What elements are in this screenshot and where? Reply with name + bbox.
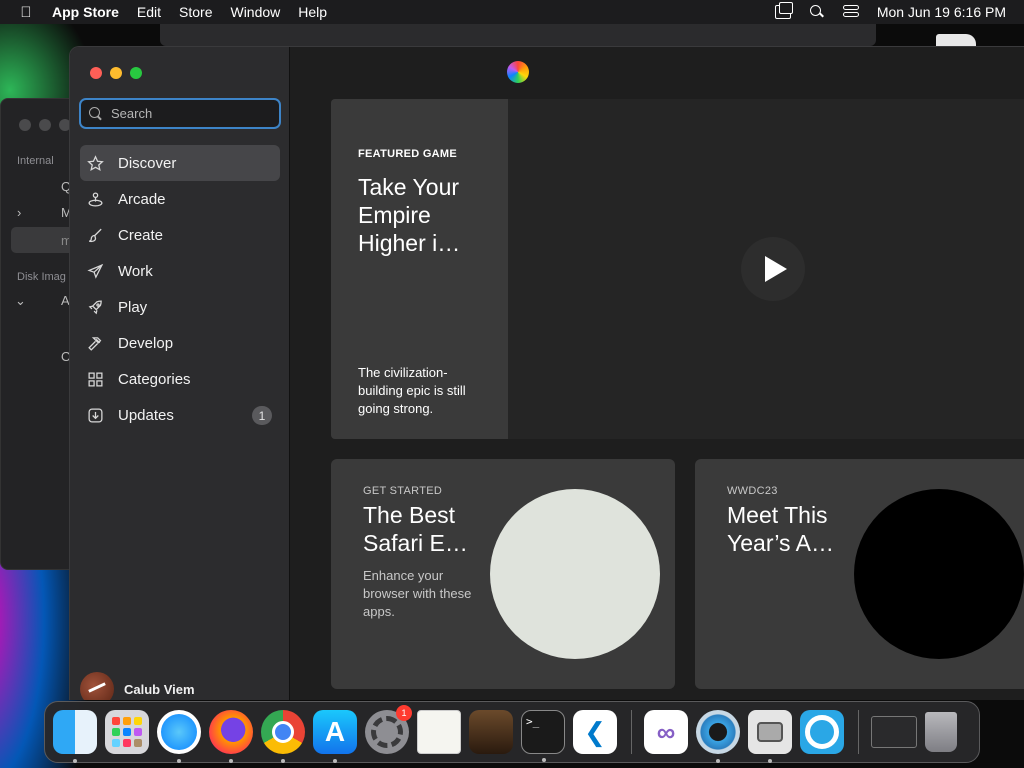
paper-plane-icon <box>86 262 104 280</box>
sidebar-item-discover[interactable]: Discover <box>80 145 280 181</box>
quicktime-icon[interactable] <box>696 710 740 763</box>
updates-count-badge: 1 <box>252 406 272 425</box>
menu-bar:  App Store Edit Store Window Help Mon J… <box>0 0 1024 24</box>
section-internal-label: Internal <box>17 155 54 167</box>
story-card-wwdc23[interactable]: WWDC23 Meet This Year’s A… <box>695 459 1024 689</box>
card-artwork <box>854 489 1024 659</box>
terminal-prompt-glyph: >_ <box>526 715 540 728</box>
background-disk-window: Internal Q › M m Disk Imag ⌄ A O <box>0 98 80 570</box>
grid-icon <box>86 370 104 388</box>
app-store-window: Discover Arcade Create Work <box>69 46 1024 700</box>
preview-thumbnail[interactable] <box>871 716 917 748</box>
spotlight-search-icon[interactable] <box>809 5 825 19</box>
card-kicker: WWDC23 <box>727 485 778 497</box>
app-store-icon[interactable]: A <box>313 710 357 763</box>
avatar <box>80 672 114 700</box>
sidebar-item-develop[interactable]: Develop <box>80 325 280 361</box>
sidebar-item-label: Discover <box>118 154 177 172</box>
brush-icon <box>86 226 104 244</box>
sidebar-item-categories[interactable]: Categories <box>80 361 280 397</box>
featured-game-banner[interactable]: FEATURED GAME Take Your Empire Higher i…… <box>331 99 1024 439</box>
menu-clock[interactable]: Mon Jun 19 6:16 PM <box>877 4 1006 20</box>
network-icon[interactable] <box>800 710 844 754</box>
sidebar-item-play[interactable]: Play <box>80 289 280 325</box>
menu-help[interactable]: Help <box>289 4 336 20</box>
search-input[interactable] <box>111 106 271 121</box>
sidebar-item-label: Updates <box>118 406 174 424</box>
dock-separator <box>858 710 859 754</box>
menu-store[interactable]: Store <box>170 4 221 20</box>
window-controls <box>90 67 142 79</box>
sidebar: Discover Arcade Create Work <box>70 47 290 700</box>
firefox-icon[interactable] <box>209 710 253 763</box>
sidebar-item-updates[interactable]: Updates 1 <box>80 397 280 433</box>
story-card-safari-extensions[interactable]: GET STARTED The Best Safari E… Enhance y… <box>331 459 675 689</box>
sidebar-item-label: Play <box>118 298 148 316</box>
hero-kicker: FEATURED GAME <box>358 148 458 160</box>
minimize-button[interactable] <box>110 67 122 79</box>
rocket-icon <box>86 298 104 316</box>
background-window-controls <box>19 119 71 131</box>
section-disk-images-label: Disk Imag <box>17 271 66 283</box>
card-description: Enhance your browser with these apps. <box>363 568 472 619</box>
dock: A 1 >_ ❮ ∞ <box>44 701 980 763</box>
sidebar-item-label: Work <box>118 262 153 280</box>
sidebar-item-label: Arcade <box>118 190 166 208</box>
safari-icon[interactable] <box>157 710 201 763</box>
zoom-button[interactable] <box>130 67 142 79</box>
menu-edit[interactable]: Edit <box>128 4 170 20</box>
sidebar-item-label: Categories <box>118 370 191 388</box>
hammer-icon <box>86 334 104 352</box>
card-title: Meet This Year’s A… <box>727 502 834 556</box>
hero-title: Take Your Empire Higher i… <box>358 174 461 256</box>
chrome-icon[interactable] <box>261 710 305 763</box>
screen-mirroring-icon[interactable] <box>774 2 793 19</box>
card-title: The Best Safari E… <box>363 502 468 556</box>
trash-icon[interactable] <box>925 712 957 752</box>
hero-description: The civilization-building epic is still … <box>358 365 466 416</box>
close-button[interactable] <box>90 67 102 79</box>
launchpad-icon[interactable] <box>105 710 149 754</box>
search-field[interactable] <box>79 98 281 129</box>
account-name: Calub Viem <box>124 681 195 697</box>
vscode-icon[interactable]: ❮ <box>573 710 617 754</box>
dock-separator <box>631 710 632 754</box>
instruments-icon[interactable] <box>469 710 513 754</box>
disclosure-chevron-right-icon[interactable]: › <box>17 205 21 220</box>
disk-utility-icon[interactable] <box>748 710 792 763</box>
sidebar-item-work[interactable]: Work <box>80 253 280 289</box>
menu-app-name[interactable]: App Store <box>52 4 128 20</box>
control-center-icon[interactable] <box>842 5 859 19</box>
sidebar-item-label: Develop <box>118 334 174 352</box>
terminal-icon[interactable]: >_ <box>521 710 565 762</box>
sidebar-item-create[interactable]: Create <box>80 217 280 253</box>
sidebar-nav: Discover Arcade Create Work Play Develop… <box>80 145 280 433</box>
system-settings-icon[interactable]: 1 <box>365 705 412 754</box>
download-icon <box>86 406 104 424</box>
finder-icon[interactable] <box>53 710 97 763</box>
disclosure-chevron-down-icon[interactable]: ⌄ <box>15 293 26 309</box>
play-video-button[interactable] <box>741 237 805 301</box>
account-button[interactable]: Calub Viem <box>80 672 195 700</box>
search-icon <box>89 106 103 121</box>
profile-color-icon <box>507 61 529 83</box>
star-icon <box>86 154 104 172</box>
textedit-icon[interactable] <box>417 710 461 754</box>
hero-text-panel: FEATURED GAME Take Your Empire Higher i…… <box>331 99 508 439</box>
joystick-icon <box>86 190 104 208</box>
background-window-titlebar <box>160 24 876 46</box>
card-kicker: GET STARTED <box>363 485 443 497</box>
visual-studio-icon[interactable]: ∞ <box>644 710 688 754</box>
menu-window[interactable]: Window <box>221 4 289 20</box>
settings-badge: 1 <box>396 705 412 721</box>
card-artwork <box>490 489 660 659</box>
main-content: FEATURED GAME Take Your Empire Higher i…… <box>291 47 1024 700</box>
sidebar-item-arcade[interactable]: Arcade <box>80 181 280 217</box>
sidebar-item-label: Create <box>118 226 164 244</box>
apple-menu-icon[interactable]:  <box>0 4 52 21</box>
